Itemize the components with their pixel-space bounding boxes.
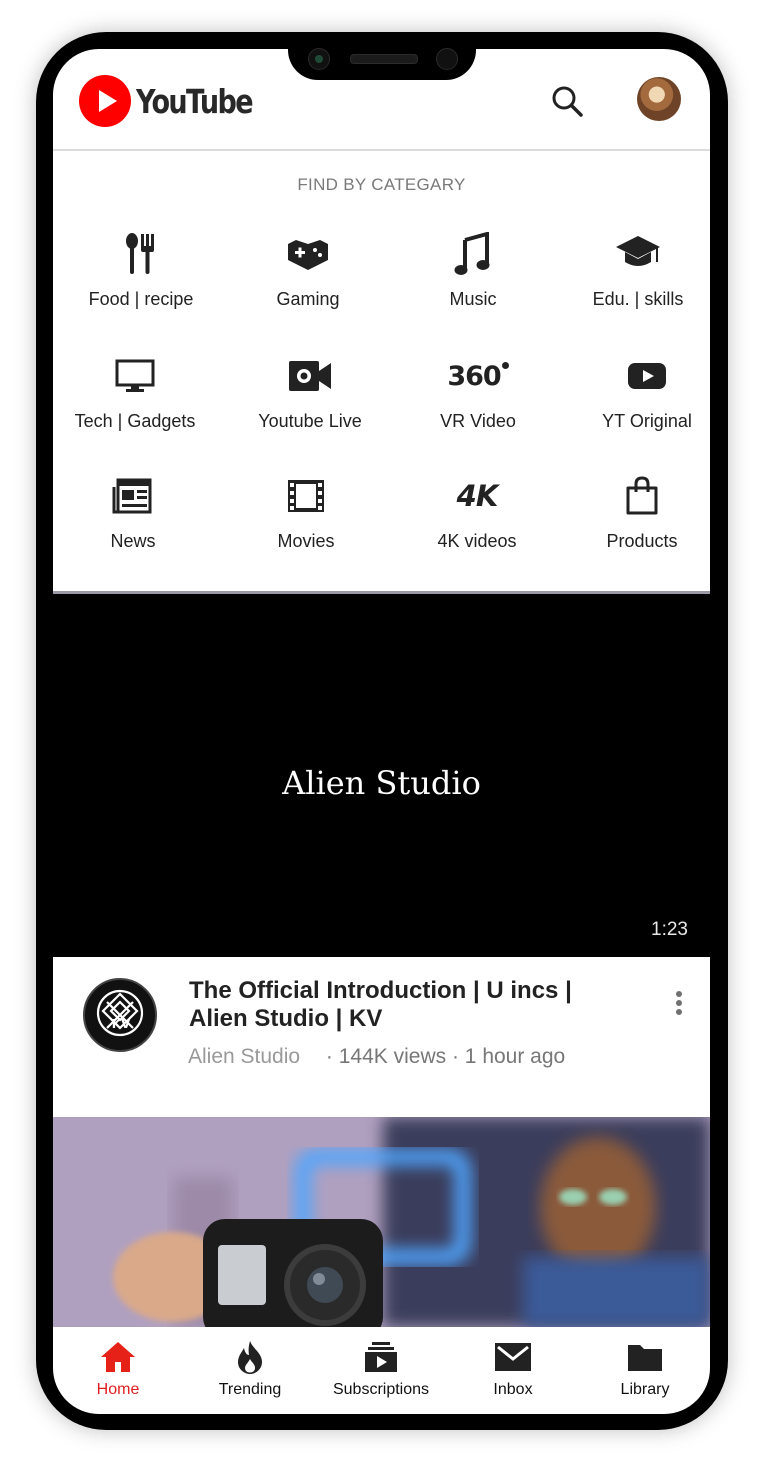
category-label: VR Video: [440, 411, 516, 431]
channel-name[interactable]: Alien Studio: [188, 1045, 300, 1068]
nav-label: Trending: [218, 1381, 282, 1398]
graduation-cap-icon: [556, 229, 710, 279]
mail-icon: [448, 1339, 578, 1375]
category-edu-skills[interactable]: Edu. | skills: [556, 229, 710, 310]
subscriptions-icon: [316, 1339, 446, 1375]
category-label: Products: [606, 531, 678, 551]
channel-logo-icon: KV: [96, 989, 144, 1037]
category-movies[interactable]: Movies: [224, 471, 388, 552]
category-4k-videos[interactable]: 4K 4K videos: [395, 471, 559, 552]
category-label: Gaming: [276, 289, 340, 309]
video-meta: Alien Studio · 144K views · 1 hour ago: [188, 1045, 565, 1069]
next-video-thumbnail[interactable]: [53, 1117, 710, 1327]
vr-360-icon: 360: [396, 351, 560, 401]
screen: YouTube FIND BY CATEGARY Food | recipe G…: [53, 49, 710, 1414]
folder-icon: [580, 1339, 710, 1375]
nav-inbox[interactable]: Inbox: [448, 1339, 578, 1399]
category-label: Music: [449, 289, 497, 309]
nav-label: Home: [96, 1381, 140, 1398]
gamepad-icon: [226, 229, 390, 279]
search-icon: [552, 86, 583, 117]
nav-label: Library: [620, 1381, 670, 1398]
search-button[interactable]: [549, 83, 585, 119]
music-note-icon: [391, 229, 555, 279]
nav-library[interactable]: Library: [580, 1339, 710, 1399]
category-label: Tech | Gadgets: [74, 411, 196, 431]
vr-360-glyph: 360: [447, 360, 501, 392]
category-tech-gadgets[interactable]: Tech | Gadgets: [53, 351, 217, 432]
bottom-navigation: Home Trending Subscriptions Inbox Librar…: [53, 1327, 710, 1414]
nav-trending[interactable]: Trending: [185, 1339, 315, 1399]
nav-home[interactable]: Home: [53, 1339, 183, 1399]
category-label: Edu. | skills: [592, 289, 684, 309]
flame-icon: [185, 1339, 315, 1375]
shopping-bag-icon: [560, 471, 710, 521]
category-youtube-live[interactable]: Youtube Live: [228, 351, 392, 432]
category-label: 4K videos: [437, 531, 517, 551]
4k-icon: 4K: [395, 471, 559, 521]
category-food-recipe[interactable]: Food | recipe: [59, 229, 223, 310]
category-music[interactable]: Music: [391, 229, 555, 310]
newspaper-icon: [53, 471, 215, 521]
phone-notch: [288, 32, 476, 80]
youtube-logo[interactable]: YouTube: [79, 75, 277, 127]
category-label: News: [110, 531, 156, 551]
more-vert-icon: [676, 991, 682, 997]
brand-name: YouTube: [136, 81, 254, 121]
video-info: KV The Official Introduction | U incs | …: [53, 957, 710, 1117]
video-player[interactable]: Alien Studio 1:23: [53, 594, 710, 957]
channel-avatar[interactable]: KV: [83, 978, 157, 1052]
fork-spoon-icon: [59, 229, 223, 279]
views-and-time: · 144K views · 1 hour ago: [325, 1045, 566, 1068]
youtube-play-logo-icon: [79, 75, 131, 127]
nav-label: Subscriptions: [332, 1381, 430, 1398]
home-icon: [53, 1339, 183, 1375]
category-label: Food | recipe: [88, 289, 194, 309]
monitor-icon: [53, 351, 217, 401]
category-panel: FIND BY CATEGARY Food | recipe Gaming Mu…: [53, 151, 710, 594]
category-news[interactable]: News: [53, 471, 215, 552]
nav-label: Inbox: [493, 1381, 533, 1398]
nav-subscriptions[interactable]: Subscriptions: [316, 1339, 446, 1399]
category-heading: FIND BY CATEGARY: [297, 175, 466, 194]
front-camera: [308, 48, 330, 70]
video-title[interactable]: The Official Introduction | U incs | Ali…: [189, 977, 629, 1033]
channel-logo-text: KV: [112, 1017, 131, 1031]
earpiece-speaker: [350, 54, 418, 64]
thumbnail-image: [53, 1117, 710, 1327]
video-title-card: Alien Studio: [282, 764, 481, 802]
category-gaming[interactable]: Gaming: [226, 229, 390, 310]
video-camera-icon: [228, 351, 392, 401]
more-options-button[interactable]: [671, 991, 687, 1021]
category-label: YT Original: [602, 411, 692, 431]
video-duration: 1:23: [651, 919, 688, 940]
category-label: Youtube Live: [258, 411, 362, 431]
account-avatar[interactable]: [637, 77, 681, 121]
youtube-play-icon: [565, 351, 710, 401]
film-strip-icon: [224, 471, 388, 521]
category-products[interactable]: Products: [560, 471, 710, 552]
category-yt-original[interactable]: YT Original: [565, 351, 710, 432]
sensor: [436, 48, 458, 70]
category-label: Movies: [277, 531, 335, 551]
4k-glyph: 4K: [456, 479, 499, 513]
category-vr-video[interactable]: 360 VR Video: [396, 351, 560, 432]
